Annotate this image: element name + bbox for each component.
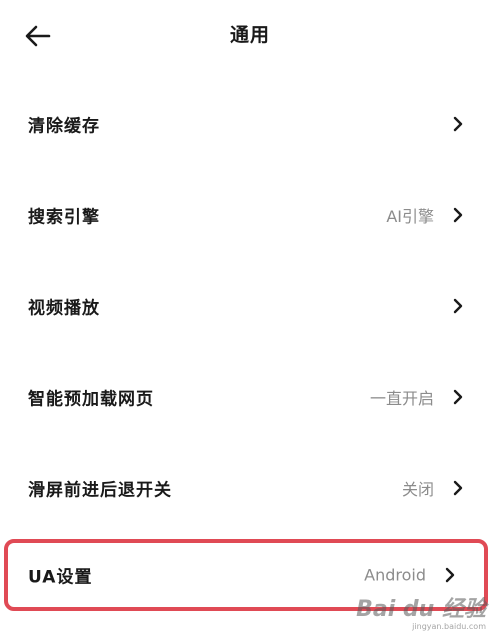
watermark: Bai du 经验 jingyan.baidu.com — [356, 599, 486, 631]
setting-value: AI引擎 — [386, 206, 434, 226]
watermark-subtext: jingyan.baidu.com — [412, 622, 486, 631]
setting-row-smart-preload[interactable]: 智能预加载网页 一直开启 — [0, 351, 500, 442]
setting-label: 清除缓存 — [28, 116, 100, 136]
setting-value: 关闭 — [401, 479, 434, 499]
setting-row-video-playback[interactable]: 视频播放 — [0, 260, 500, 351]
setting-row-search-engine[interactable]: 搜索引擎 AI引擎 — [0, 169, 500, 260]
setting-label: 视频播放 — [28, 298, 100, 318]
setting-value: 一直开启 — [369, 388, 434, 408]
setting-row-clear-cache[interactable]: 清除缓存 — [0, 78, 500, 169]
setting-label: UA设置 — [28, 567, 93, 588]
setting-label: 搜索引擎 — [28, 207, 100, 227]
chevron-right-icon — [452, 297, 464, 315]
settings-list: 清除缓存 搜索引擎 AI引擎 视频播放 智能预加载网页 一直开启 滑屏前进后退开… — [0, 78, 500, 611]
setting-label: 滑屏前进后退开关 — [28, 480, 172, 500]
chevron-right-icon — [452, 479, 464, 497]
setting-label: 智能预加载网页 — [28, 389, 154, 409]
page-title: 通用 — [229, 24, 270, 46]
chevron-right-icon — [452, 206, 464, 224]
setting-row-swipe-navigation[interactable]: 滑屏前进后退开关 关闭 — [0, 442, 500, 533]
watermark-text: Bai du 经验 — [356, 597, 486, 622]
settings-screen: 通用 清除缓存 搜索引擎 AI引擎 视频播放 智能预加载网页 一直开启 滑屏前进… — [0, 0, 500, 639]
chevron-right-icon — [444, 566, 456, 584]
chevron-right-icon — [452, 388, 464, 406]
chevron-right-icon — [452, 115, 464, 133]
setting-value: Android — [364, 565, 426, 585]
header: 通用 — [0, 0, 500, 74]
